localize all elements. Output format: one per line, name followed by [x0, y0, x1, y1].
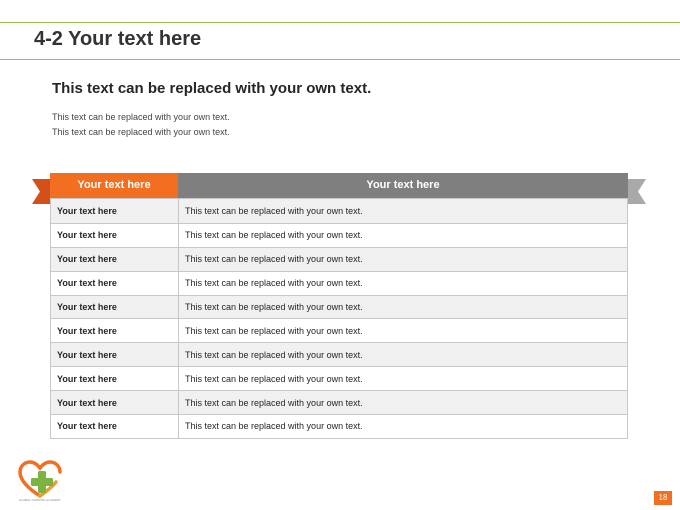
- row-label: Your text here: [51, 415, 179, 438]
- row-description: This text can be replaced with your own …: [185, 302, 363, 312]
- table-row: Your text here This text can be replaced…: [51, 294, 627, 319]
- section-subtitle: This text can be replaced with your own …: [52, 80, 372, 97]
- table-row: Your text here This text can be replaced…: [51, 246, 627, 271]
- body-text-line: This text can be replaced with your own …: [52, 127, 230, 137]
- row-description: This text can be replaced with your own …: [185, 397, 363, 408]
- ribbon-tail-right: [628, 179, 646, 204]
- row-description: This text can be replaced with your own …: [185, 278, 363, 289]
- row-label: Your text here: [51, 295, 179, 319]
- table-row: Your text here This text can be replaced…: [51, 318, 627, 343]
- table-row: Your text here This text can be replaced…: [51, 270, 627, 295]
- row-label: Your text here: [51, 271, 179, 295]
- page-number: 18: [654, 491, 672, 505]
- row-label: Your text here: [51, 223, 179, 247]
- table-row: Your text here This text can be replaced…: [51, 222, 627, 247]
- row-description: This text can be replaced with your own …: [185, 230, 363, 241]
- row-label: Your text here: [51, 247, 179, 271]
- row-label: Your text here: [51, 319, 179, 343]
- column-header-description: Your text here: [366, 179, 440, 191]
- title-divider: [0, 59, 680, 60]
- table-row: Your text here This text can be replaced…: [51, 390, 627, 415]
- table-row: Your text here This text can be replaced…: [51, 342, 627, 367]
- cross-horizontal: [31, 478, 53, 486]
- table-row: Your text here This text can be replaced…: [51, 414, 627, 438]
- row-description: This text can be replaced with your own …: [185, 421, 363, 432]
- table-row: Your text here This text can be replaced…: [51, 199, 627, 223]
- row-label: Your text here: [51, 199, 179, 223]
- top-divider: [0, 22, 680, 23]
- logo-caption: GLOBAL NURSING ACADEMY: [18, 498, 62, 502]
- body-text-line: This text can be replaced with your own …: [52, 112, 230, 122]
- row-description: This text can be replaced with your own …: [185, 349, 363, 360]
- ribbon-tail-left: [32, 179, 50, 204]
- row-description: This text can be replaced with your own …: [185, 373, 363, 384]
- slide-title: 4-2 Your text here: [34, 28, 202, 50]
- column-header-label: Your text here: [77, 179, 151, 191]
- table-row: Your text here This text can be replaced…: [51, 366, 627, 391]
- row-description: This text can be replaced with your own …: [185, 325, 363, 336]
- row-label: Your text here: [51, 343, 179, 367]
- row-description: This text can be replaced with your own …: [185, 254, 363, 265]
- row-label: Your text here: [51, 367, 179, 391]
- content-table: Your text here This text can be replaced…: [50, 198, 628, 439]
- row-label: Your text here: [51, 391, 179, 415]
- academy-logo-icon: [18, 460, 62, 498]
- row-description: This text can be replaced with your own …: [185, 205, 363, 216]
